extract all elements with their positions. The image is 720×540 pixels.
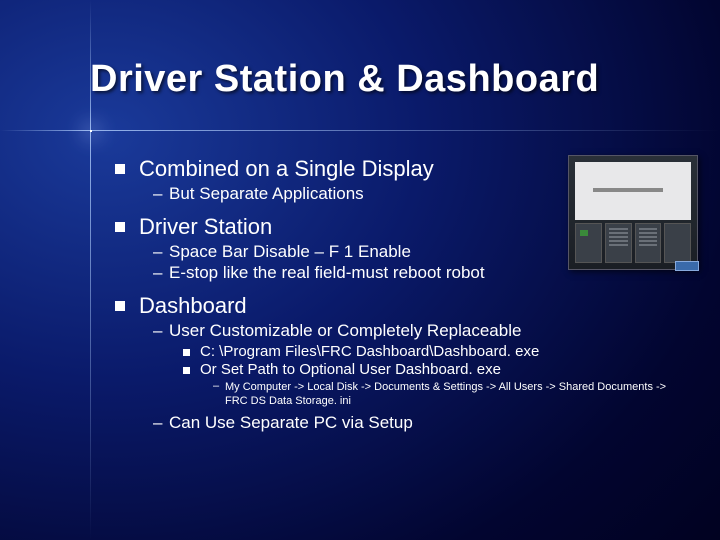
- bullet-level3: C: \Program Files\FRC Dashboard\Dashboar…: [183, 343, 690, 360]
- bullet-text: Combined on a Single Display: [139, 156, 434, 182]
- bullet-text: Can Use Separate PC via Setup: [169, 413, 413, 433]
- square-bullet-small-icon: [183, 367, 190, 374]
- decorative-line-horizontal: [0, 130, 720, 131]
- bullet-level2: – Can Use Separate PC via Setup: [153, 413, 690, 433]
- dash-bullet-icon: –: [153, 263, 163, 283]
- slide-body: Combined on a Single Display – But Separ…: [115, 150, 690, 443]
- slide-title: Driver Station & Dashboard: [90, 58, 599, 101]
- bullet-level4: – My Computer -> Local Disk -> Documents…: [213, 380, 690, 409]
- dash-bullet-small-icon: –: [213, 380, 221, 392]
- bullet-text: C: \Program Files\FRC Dashboard\Dashboar…: [200, 343, 539, 360]
- square-bullet-icon: [115, 164, 125, 174]
- bullet-text: Driver Station: [139, 214, 272, 240]
- bullet-level2: – But Separate Applications: [153, 184, 690, 204]
- bullet-level1: Dashboard: [115, 293, 690, 319]
- bullet-text: E-stop like the real field-must reboot r…: [169, 263, 485, 283]
- bullet-level3: Or Set Path to Optional User Dashboard. …: [183, 361, 690, 378]
- dash-bullet-icon: –: [153, 242, 163, 262]
- lens-flare-icon: [90, 130, 92, 132]
- bullet-text: My Computer -> Local Disk -> Documents &…: [225, 380, 690, 409]
- square-bullet-icon: [115, 301, 125, 311]
- bullet-text: Dashboard: [139, 293, 247, 319]
- dash-bullet-icon: –: [153, 184, 163, 204]
- bullet-level2: – Space Bar Disable – F 1 Enable: [153, 242, 690, 262]
- bullet-level2: – E-stop like the real field-must reboot…: [153, 263, 690, 283]
- bullet-text: Or Set Path to Optional User Dashboard. …: [200, 361, 501, 378]
- bullet-level1: Combined on a Single Display: [115, 156, 690, 182]
- bullet-text: Space Bar Disable – F 1 Enable: [169, 242, 411, 262]
- bullet-text: But Separate Applications: [169, 184, 364, 204]
- square-bullet-small-icon: [183, 349, 190, 356]
- bullet-level2: – User Customizable or Completely Replac…: [153, 321, 690, 341]
- bullet-level1: Driver Station: [115, 214, 690, 240]
- square-bullet-icon: [115, 222, 125, 232]
- bullet-text: User Customizable or Completely Replacea…: [169, 321, 521, 341]
- dash-bullet-icon: –: [153, 413, 163, 433]
- dash-bullet-icon: –: [153, 321, 163, 341]
